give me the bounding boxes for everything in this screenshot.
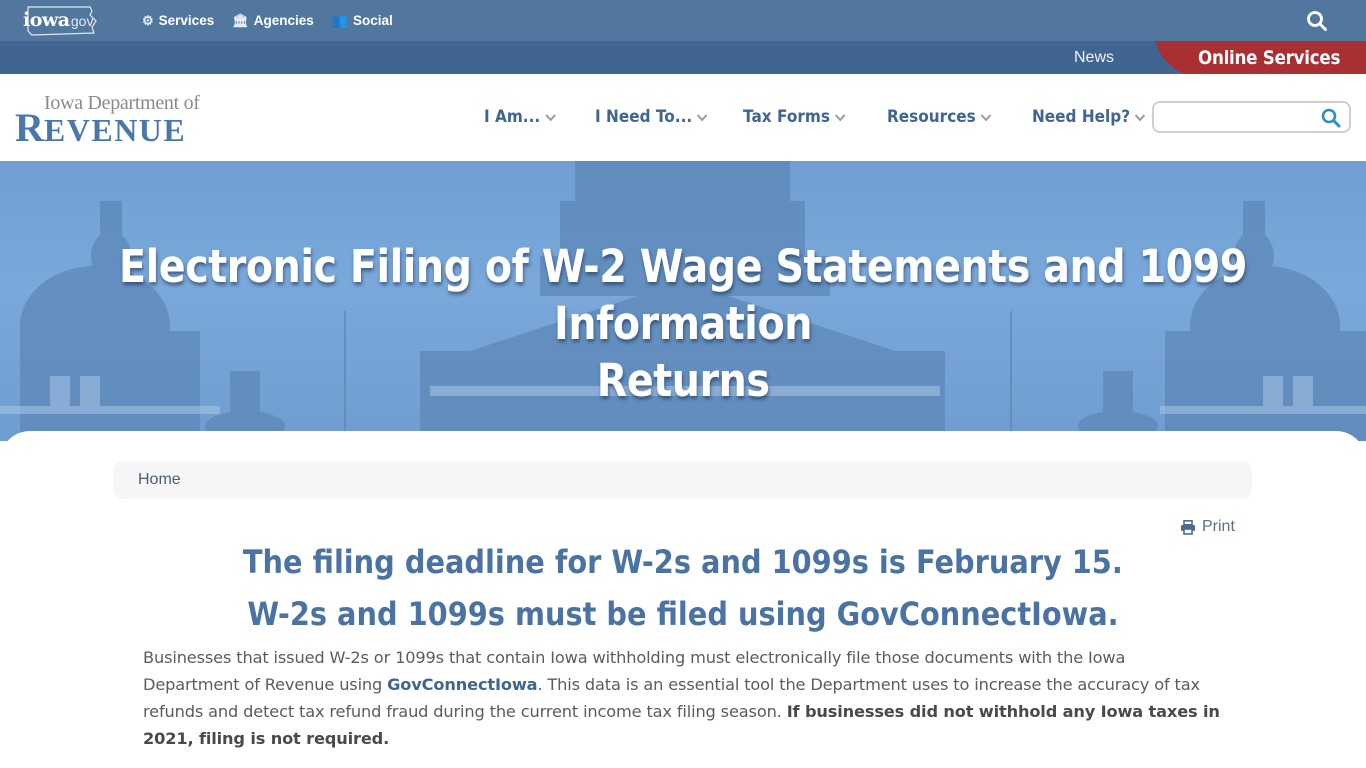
nav-i-am-label: I Am... <box>484 107 541 127</box>
intro-paragraph: Businesses that issued W-2s or 1099s tha… <box>143 644 1223 752</box>
logo-revenue-rest: EVENUE <box>43 112 187 148</box>
users-icon: 👥 <box>331 12 348 28</box>
breadcrumb: Home <box>113 461 1252 499</box>
nav-tax-forms[interactable]: Tax Forms <box>743 107 846 127</box>
iowa-gov-logo[interactable]: iowa .gov <box>20 5 100 37</box>
govconnect-headline-text: W-2s and 1099s must be filed using GovCo… <box>247 595 1119 633</box>
nav-i-am[interactable]: I Am... <box>484 107 556 127</box>
printer-icon <box>1181 519 1195 535</box>
chevron-down-icon <box>696 114 708 122</box>
nav-resources-label: Resources <box>887 107 976 127</box>
content-card: Home Print The filing deadline for W-2s … <box>0 431 1366 768</box>
logo-revenue-text: REVENUE <box>15 104 186 151</box>
gov-link-services[interactable]: ⚙ Services <box>142 13 214 29</box>
chevron-down-icon <box>980 114 991 122</box>
iowa-gov-bar: iowa .gov ⚙ Services 🏛 Agencies 👥 Social <box>0 0 1366 41</box>
hero-banner: Electronic Filing of W-2 Wage Statements… <box>0 161 1366 441</box>
site-search-input[interactable] <box>1160 107 1320 129</box>
online-services-button[interactable]: Online Services <box>1167 41 1366 76</box>
gov-link-social-label: Social <box>352 13 393 28</box>
govconnect-link[interactable]: GovConnectIowa <box>387 675 537 694</box>
news-link[interactable]: News <box>1074 41 1114 74</box>
nav-need-help[interactable]: Need Help? <box>1032 107 1146 127</box>
nav-resources[interactable]: Resources <box>887 107 992 127</box>
nav-need-help-label: Need Help? <box>1032 107 1131 127</box>
deadline-headline: The filing deadline for W-2s and 1099s i… <box>0 543 1366 581</box>
gov-search-button[interactable] <box>1306 10 1328 32</box>
gov-link-social[interactable]: 👥 Social <box>332 13 393 29</box>
page-title-line2: Returns <box>596 354 770 407</box>
revenue-logo[interactable]: Iowa Department of REVENUE <box>15 92 220 150</box>
online-services-label: Online Services <box>1198 47 1341 69</box>
print-label: Print <box>1202 518 1235 535</box>
site-search <box>1152 101 1351 133</box>
chevron-down-icon <box>1134 114 1146 122</box>
page-title: Electronic Filing of W-2 Wage Statements… <box>0 238 1366 409</box>
chevron-down-icon <box>545 114 556 122</box>
page-title-line1: Electronic Filing of W-2 Wage Statements… <box>119 240 1247 350</box>
gov-link-agencies-label: Agencies <box>253 13 314 28</box>
nav-i-need-to-label: I Need To... <box>595 107 693 127</box>
site-search-button[interactable] <box>1320 107 1342 129</box>
search-icon <box>1321 108 1341 128</box>
nav-i-need-to[interactable]: I Need To... <box>595 107 708 127</box>
iowa-gov-logo-text: iowa <box>23 9 70 31</box>
print-button[interactable]: Print <box>1180 518 1235 536</box>
nav-tax-forms-label: Tax Forms <box>743 107 830 127</box>
search-icon <box>1307 11 1327 31</box>
chevron-down-icon <box>834 114 845 122</box>
iowa-gov-logo-suffix: .gov <box>67 13 94 29</box>
gov-links: ⚙ Services 🏛 Agencies 👥 Social <box>142 0 393 41</box>
gears-icon: ⚙ <box>142 12 154 28</box>
site-header: Iowa Department of REVENUE I Am... I Nee… <box>0 74 1366 161</box>
govconnect-headline: W-2s and 1099s must be filed using GovCo… <box>0 595 1366 633</box>
gov-link-services-label: Services <box>158 13 215 28</box>
deadline-headline-text: The filing deadline for W-2s and 1099s i… <box>243 543 1123 581</box>
gov-link-agencies[interactable]: 🏛 Agencies <box>232 13 314 29</box>
logo-revenue-initial: R <box>15 105 44 150</box>
breadcrumb-home[interactable]: Home <box>138 471 181 489</box>
building-icon: 🏛 <box>232 12 249 28</box>
